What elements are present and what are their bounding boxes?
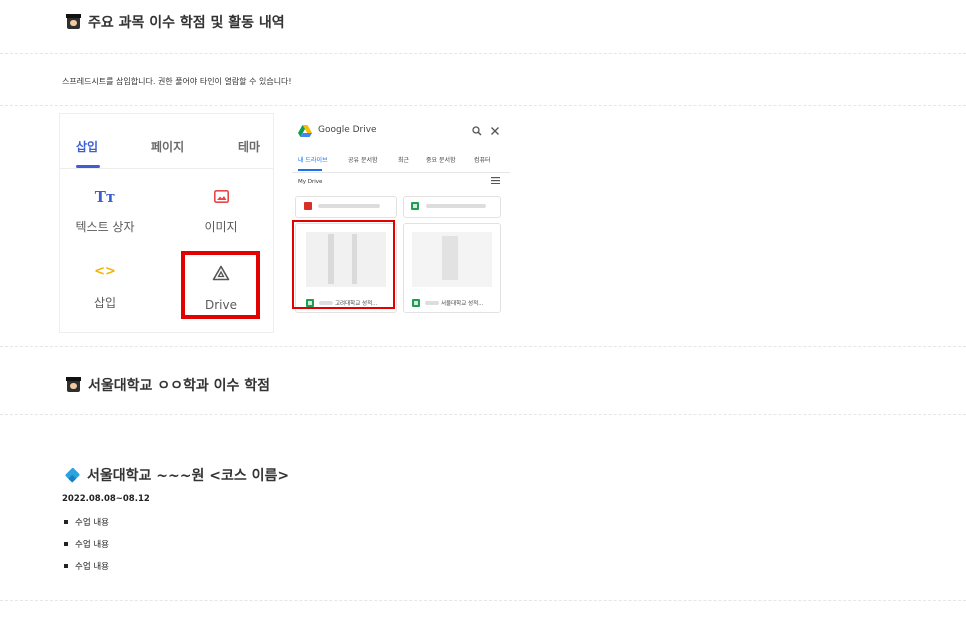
tab-divider [60,168,273,169]
selected-file-highlight [292,220,395,309]
instruction-text: 스프레드시트를 삽입합니다. 권한 풀어야 타인이 열람할 수 있습니다! [62,77,292,86]
search-icon[interactable] [472,126,482,136]
image-icon [214,190,229,203]
cube-icon [64,467,81,483]
drive-title: Google Drive [318,125,377,135]
drive-tab-indicator [298,169,322,171]
breadcrumb: My Drive [298,179,323,185]
blurred-filename [318,204,380,208]
drive-divider [292,172,510,173]
tab-theme[interactable]: 테마 [238,138,260,155]
file-card[interactable] [295,196,397,218]
list-item: 수업 내용 [64,540,109,550]
section-title: 주요 과목 이수 학점 및 활동 내역 [88,15,285,31]
tile-label: 텍스트 상자 [75,220,135,234]
tab-shared[interactable]: 공유 문서함 [348,155,378,164]
highlight-box [181,251,260,319]
graduate-icon [66,14,81,29]
google-drive-logo-icon [298,125,312,137]
file-card[interactable] [403,196,501,218]
insert-panel: 삽입 페이지 테마 Tт 텍스트 상자 이미지 <> 삽입 Drive [59,113,274,333]
tile-label: 삽입 [93,296,117,310]
divider [0,600,966,601]
graduate-icon [66,377,81,392]
code-icon: <> [94,264,116,279]
tab-page[interactable]: 페이지 [151,138,184,155]
drive-picker: Google Drive 내 드라이브 공유 문서함 최근 중요 문서함 컴퓨터… [292,117,510,317]
file-card-2[interactable]: 서울대학교 성적... [403,223,501,313]
file-type-icon [304,202,312,210]
text-box-tile[interactable]: Tт 텍스트 상자 [65,188,145,248]
course-date: 2022.08.08~08.12 [62,494,150,504]
section-header-course: 서울대학교 ~~~원 <코스 이름> [64,465,290,485]
sheets-icon [411,202,419,210]
list-view-icon[interactable] [491,177,500,184]
close-icon[interactable] [490,126,500,136]
section-title: 서울대학교 ㅇㅇ학과 이수 학점 [88,378,271,394]
section-title: 서울대학교 ~~~원 <코스 이름> [87,468,290,484]
blurred-filename [426,204,486,208]
list-item: 수업 내용 [64,562,109,572]
divider [0,346,966,347]
section-header-credits: 서울대학교 ㅇㅇ학과 이수 학점 [66,375,271,395]
text-box-icon: Tт [94,188,116,206]
list-item: 수업 내용 [64,518,109,528]
divider [0,53,966,54]
tab-recent[interactable]: 최근 [398,155,409,164]
tile-label: 이미지 [204,220,238,234]
divider [0,105,966,106]
tab-starred[interactable]: 중요 문서함 [426,155,456,164]
blurred-filename [425,301,439,305]
tab-insert[interactable]: 삽입 [76,138,98,155]
divider [0,414,966,415]
file-name: 서울대학교 성적... [441,301,484,307]
embed-tile[interactable]: <> 삽입 [65,264,145,324]
tab-my-drive[interactable]: 내 드라이브 [298,155,328,164]
sheets-icon [412,299,420,307]
section-header-main-courses: 주요 과목 이수 학점 및 활동 내역 [66,12,285,32]
image-tile[interactable]: 이미지 [181,188,261,248]
tab-computers[interactable]: 컴퓨터 [474,155,491,164]
thumbnail-detail [442,236,458,280]
